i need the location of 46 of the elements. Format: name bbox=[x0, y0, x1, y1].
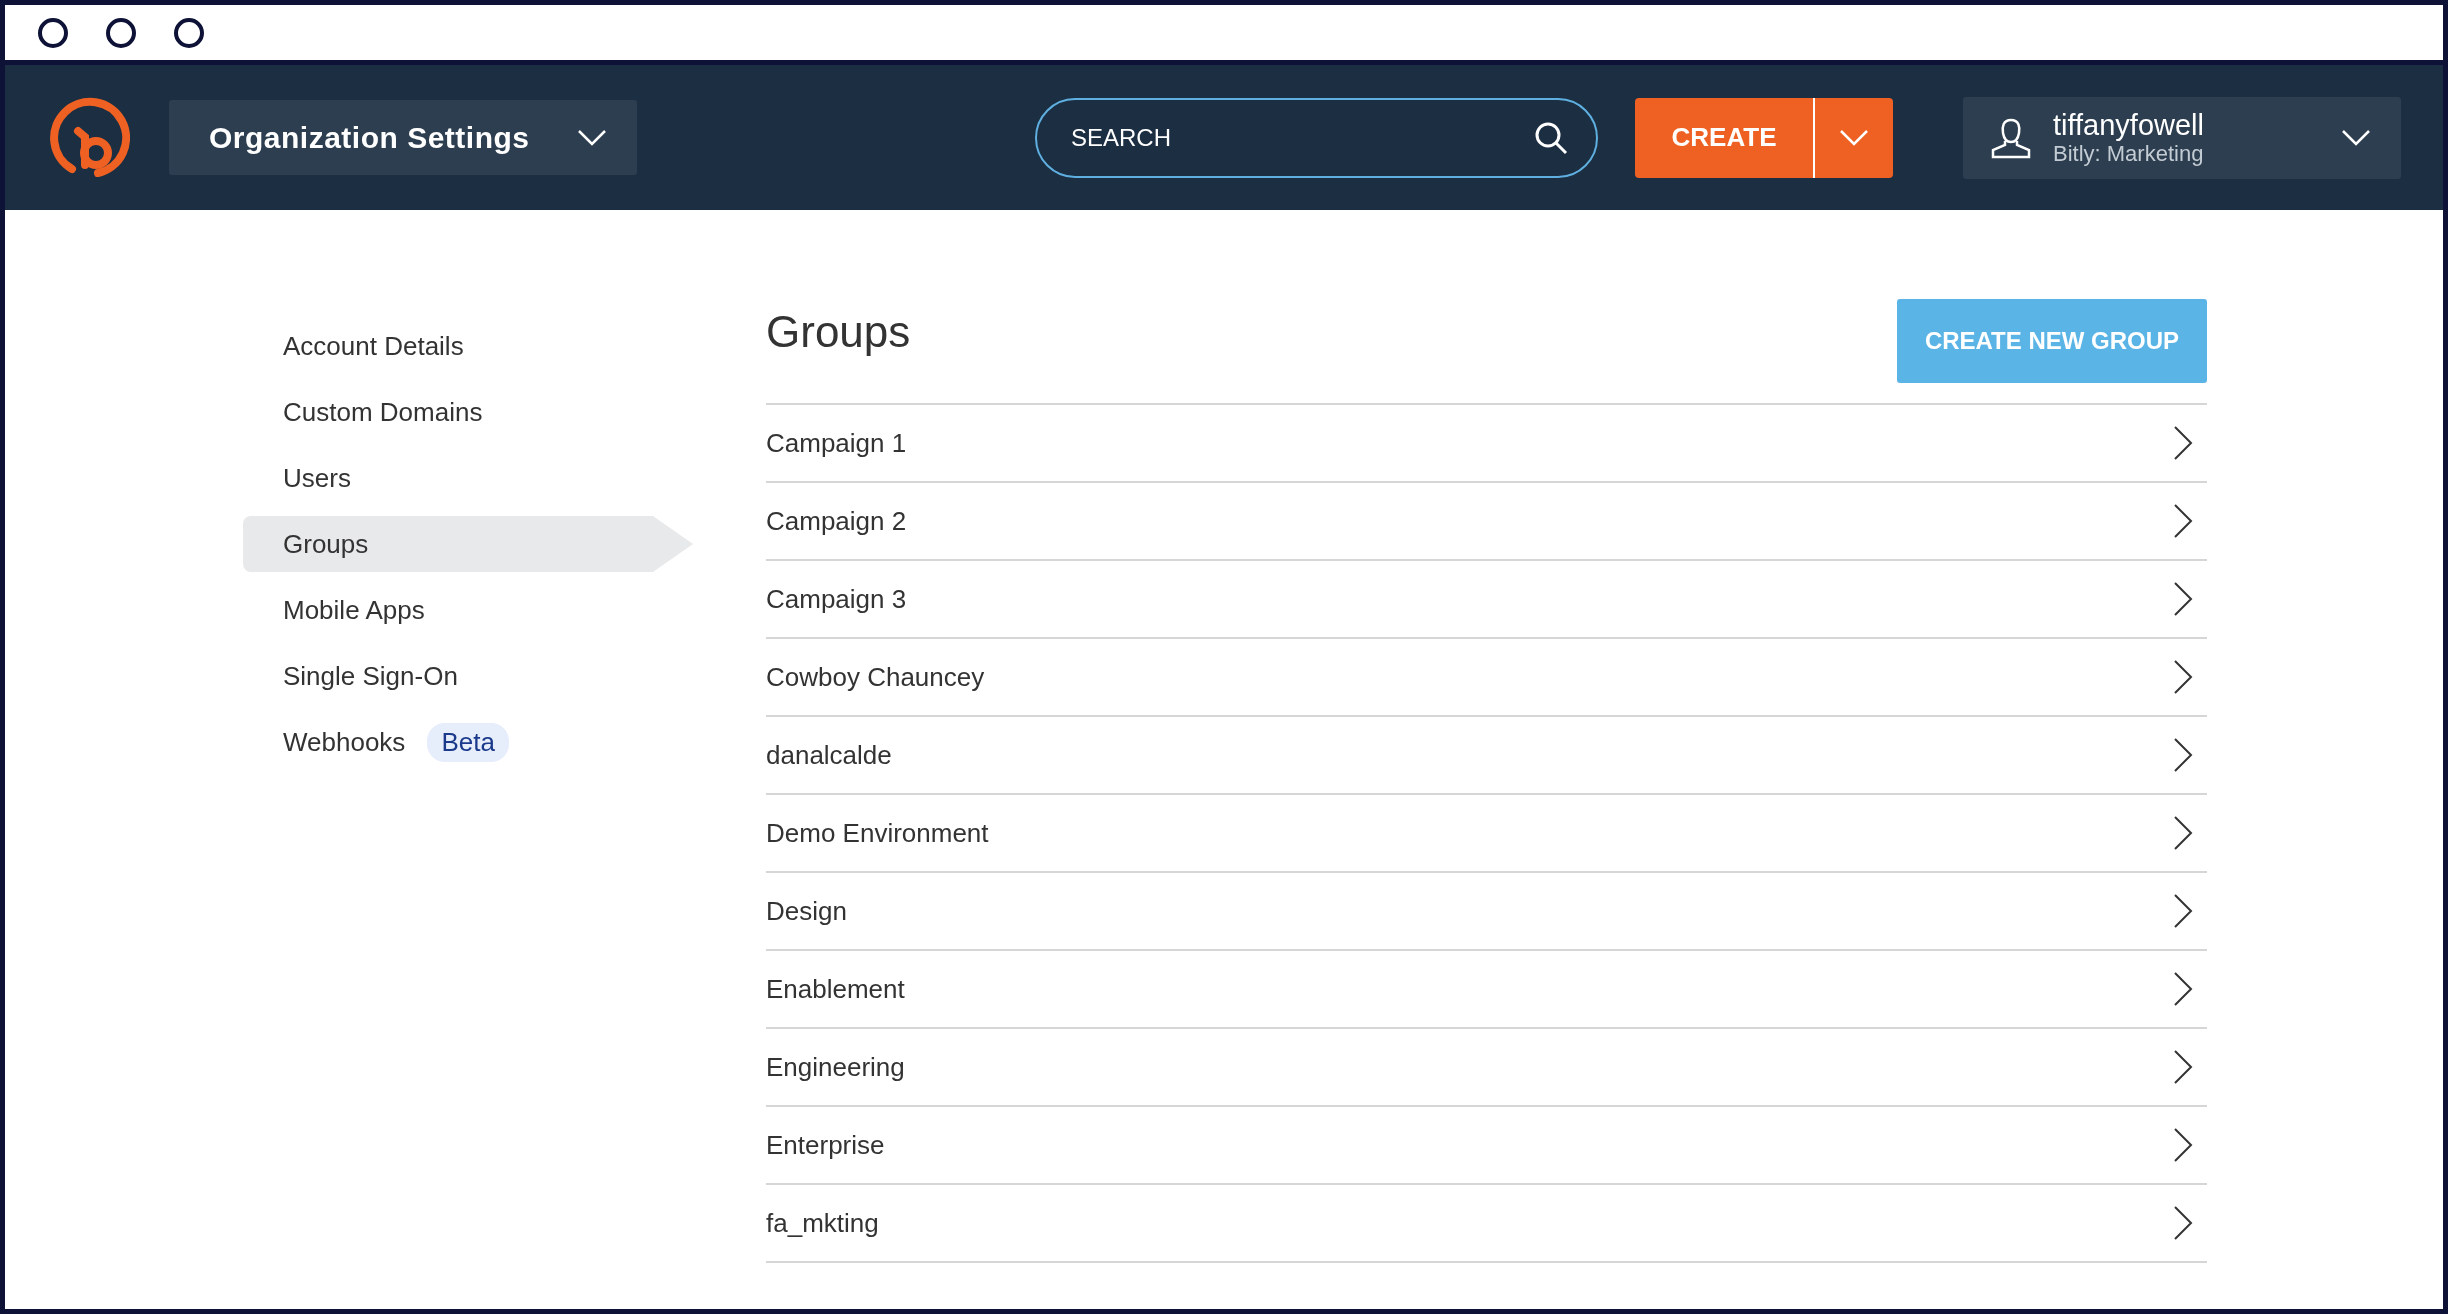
chevron-right-icon[interactable] bbox=[2173, 737, 2193, 773]
group-name[interactable]: Enablement bbox=[766, 973, 905, 1005]
user-name: tiffanyfowell bbox=[2053, 108, 2205, 141]
window-control-icon[interactable] bbox=[106, 17, 136, 48]
group-name[interactable]: Engineering bbox=[766, 1051, 905, 1083]
chevron-right-icon[interactable] bbox=[2173, 893, 2193, 929]
window-control-icon[interactable] bbox=[38, 17, 68, 48]
chevron-right-icon[interactable] bbox=[2173, 1049, 2193, 1085]
window-control-icon[interactable] bbox=[174, 17, 204, 48]
sidebar-item[interactable]: Custom Domains bbox=[243, 384, 693, 440]
group-name[interactable]: Enterprise bbox=[766, 1129, 885, 1161]
chevron-right-icon[interactable] bbox=[2173, 581, 2193, 617]
organization-name: Bitly: Marketing bbox=[2053, 140, 2205, 167]
group-name[interactable]: Demo Environment bbox=[766, 817, 989, 849]
caret-icon bbox=[2341, 128, 2371, 147]
sidebar-item[interactable]: Webhooks bbox=[283, 726, 406, 758]
sidebar-item[interactable]: Groups bbox=[243, 516, 693, 572]
chevron-right-icon[interactable] bbox=[2173, 971, 2193, 1007]
chevron-right-icon[interactable] bbox=[2173, 815, 2193, 851]
search-field[interactable]: SEARCH bbox=[1035, 97, 1598, 178]
group-name[interactable]: fa_mkting bbox=[766, 1207, 879, 1239]
chevron-right-icon[interactable] bbox=[2173, 1205, 2193, 1241]
beta-badge: Beta bbox=[427, 722, 509, 762]
sidebar-item[interactable]: Mobile Apps bbox=[243, 582, 693, 638]
logo-icon[interactable] bbox=[48, 96, 130, 179]
chevron-right-icon[interactable] bbox=[2173, 1127, 2193, 1163]
create-dropdown-button[interactable] bbox=[1813, 97, 1893, 178]
page-title: Groups bbox=[766, 307, 911, 357]
group-name[interactable]: Campaign 3 bbox=[766, 583, 907, 615]
chevron-right-icon[interactable] bbox=[2173, 503, 2193, 539]
sidebar-item[interactable]: Account Details bbox=[243, 318, 693, 374]
group-name[interactable]: Cowboy Chauncey bbox=[766, 661, 985, 693]
caret-icon bbox=[577, 128, 607, 147]
organization-menu[interactable]: Organization Settings bbox=[169, 100, 637, 175]
group-name[interactable]: Design bbox=[766, 895, 847, 927]
group-name[interactable]: Campaign 2 bbox=[766, 505, 907, 537]
search-icon[interactable] bbox=[1534, 120, 1568, 155]
chevron-right-icon[interactable] bbox=[2173, 659, 2193, 695]
chevron-right-icon[interactable] bbox=[2173, 425, 2193, 461]
user-icon bbox=[1991, 116, 2031, 159]
group-name[interactable]: Campaign 1 bbox=[766, 427, 907, 459]
group-name[interactable]: danalcalde bbox=[766, 739, 892, 771]
sidebar-item[interactable]: Single Sign-On bbox=[243, 648, 693, 704]
sidebar-item[interactable]: Users bbox=[243, 450, 693, 506]
caret-icon bbox=[1839, 128, 1869, 147]
user-menu[interactable]: tiffanyfowell Bitly: Marketing bbox=[1963, 96, 2401, 179]
